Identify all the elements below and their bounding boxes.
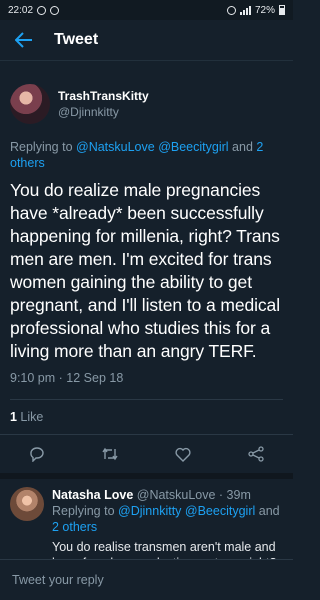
mention-link[interactable]: @NatskuLove — [76, 140, 155, 154]
page-title: Tweet — [54, 31, 99, 48]
reply-meta: @NatskuLove · 39m — [133, 488, 251, 502]
author-handle: @Djinnkitty — [58, 105, 119, 119]
like-icon — [175, 447, 191, 462]
mention-link[interactable]: @Beecitygirl — [158, 140, 228, 154]
mention-link[interactable]: @Djinnkitty — [118, 504, 181, 518]
likes-count: 1 — [10, 410, 17, 424]
tweet-actions — [0, 434, 293, 479]
tweet-timestamp: 9:10 pm · 12 Sep 18 — [10, 371, 124, 385]
replying-to: Replying to @Djinnkitty @Beecitygirl and… — [52, 503, 283, 535]
reply-icon — [29, 447, 44, 462]
back-arrow-icon — [15, 32, 32, 48]
mention-link[interactable]: @Beecitygirl — [185, 504, 255, 518]
replying-and: and — [255, 504, 280, 518]
reply-author-name[interactable]: Natasha Love — [52, 488, 133, 502]
battery-icon — [279, 5, 285, 15]
replying-and: and — [228, 140, 257, 154]
notification-icon — [50, 5, 60, 15]
likes-label: Like — [16, 410, 44, 424]
tweet-text: You do realize male pregnancies have *al… — [10, 180, 280, 361]
reply-header: Natasha Love @NatskuLove · 39m — [52, 487, 283, 503]
avatar[interactable] — [10, 84, 50, 124]
tweet-author: TrashTransKitty @Djinnkitty — [10, 71, 283, 137]
share-button[interactable] — [245, 443, 267, 465]
main-tweet: TrashTransKitty @Djinnkitty Replying to … — [0, 61, 293, 479]
replying-label: Replying to — [52, 504, 119, 518]
author-name[interactable]: TrashTransKitty — [58, 89, 149, 103]
back-button[interactable] — [12, 28, 36, 52]
avatar[interactable] — [10, 487, 44, 521]
tweet-stats[interactable]: 1 Like — [10, 400, 283, 434]
replying-label: Replying to — [10, 140, 77, 154]
retweet-icon — [102, 447, 118, 461]
like-button[interactable] — [172, 443, 194, 465]
share-icon — [248, 446, 265, 462]
alarm-icon — [226, 5, 236, 15]
battery-percent: 72% — [254, 4, 275, 16]
others-link[interactable]: 2 others — [52, 520, 97, 534]
dnd-icon — [37, 5, 47, 15]
status-time: 22:02 — [8, 4, 34, 16]
status-bar: 22:02 72% — [0, 0, 293, 20]
reply-composer — [0, 559, 293, 600]
reply-button[interactable] — [26, 443, 48, 465]
replying-to: Replying to @NatskuLove @Beecitygirl and… — [10, 139, 283, 171]
reply-input[interactable] — [10, 564, 283, 596]
app-bar: Tweet — [0, 20, 293, 61]
signal-icon — [239, 5, 251, 15]
retweet-button[interactable] — [99, 443, 121, 465]
